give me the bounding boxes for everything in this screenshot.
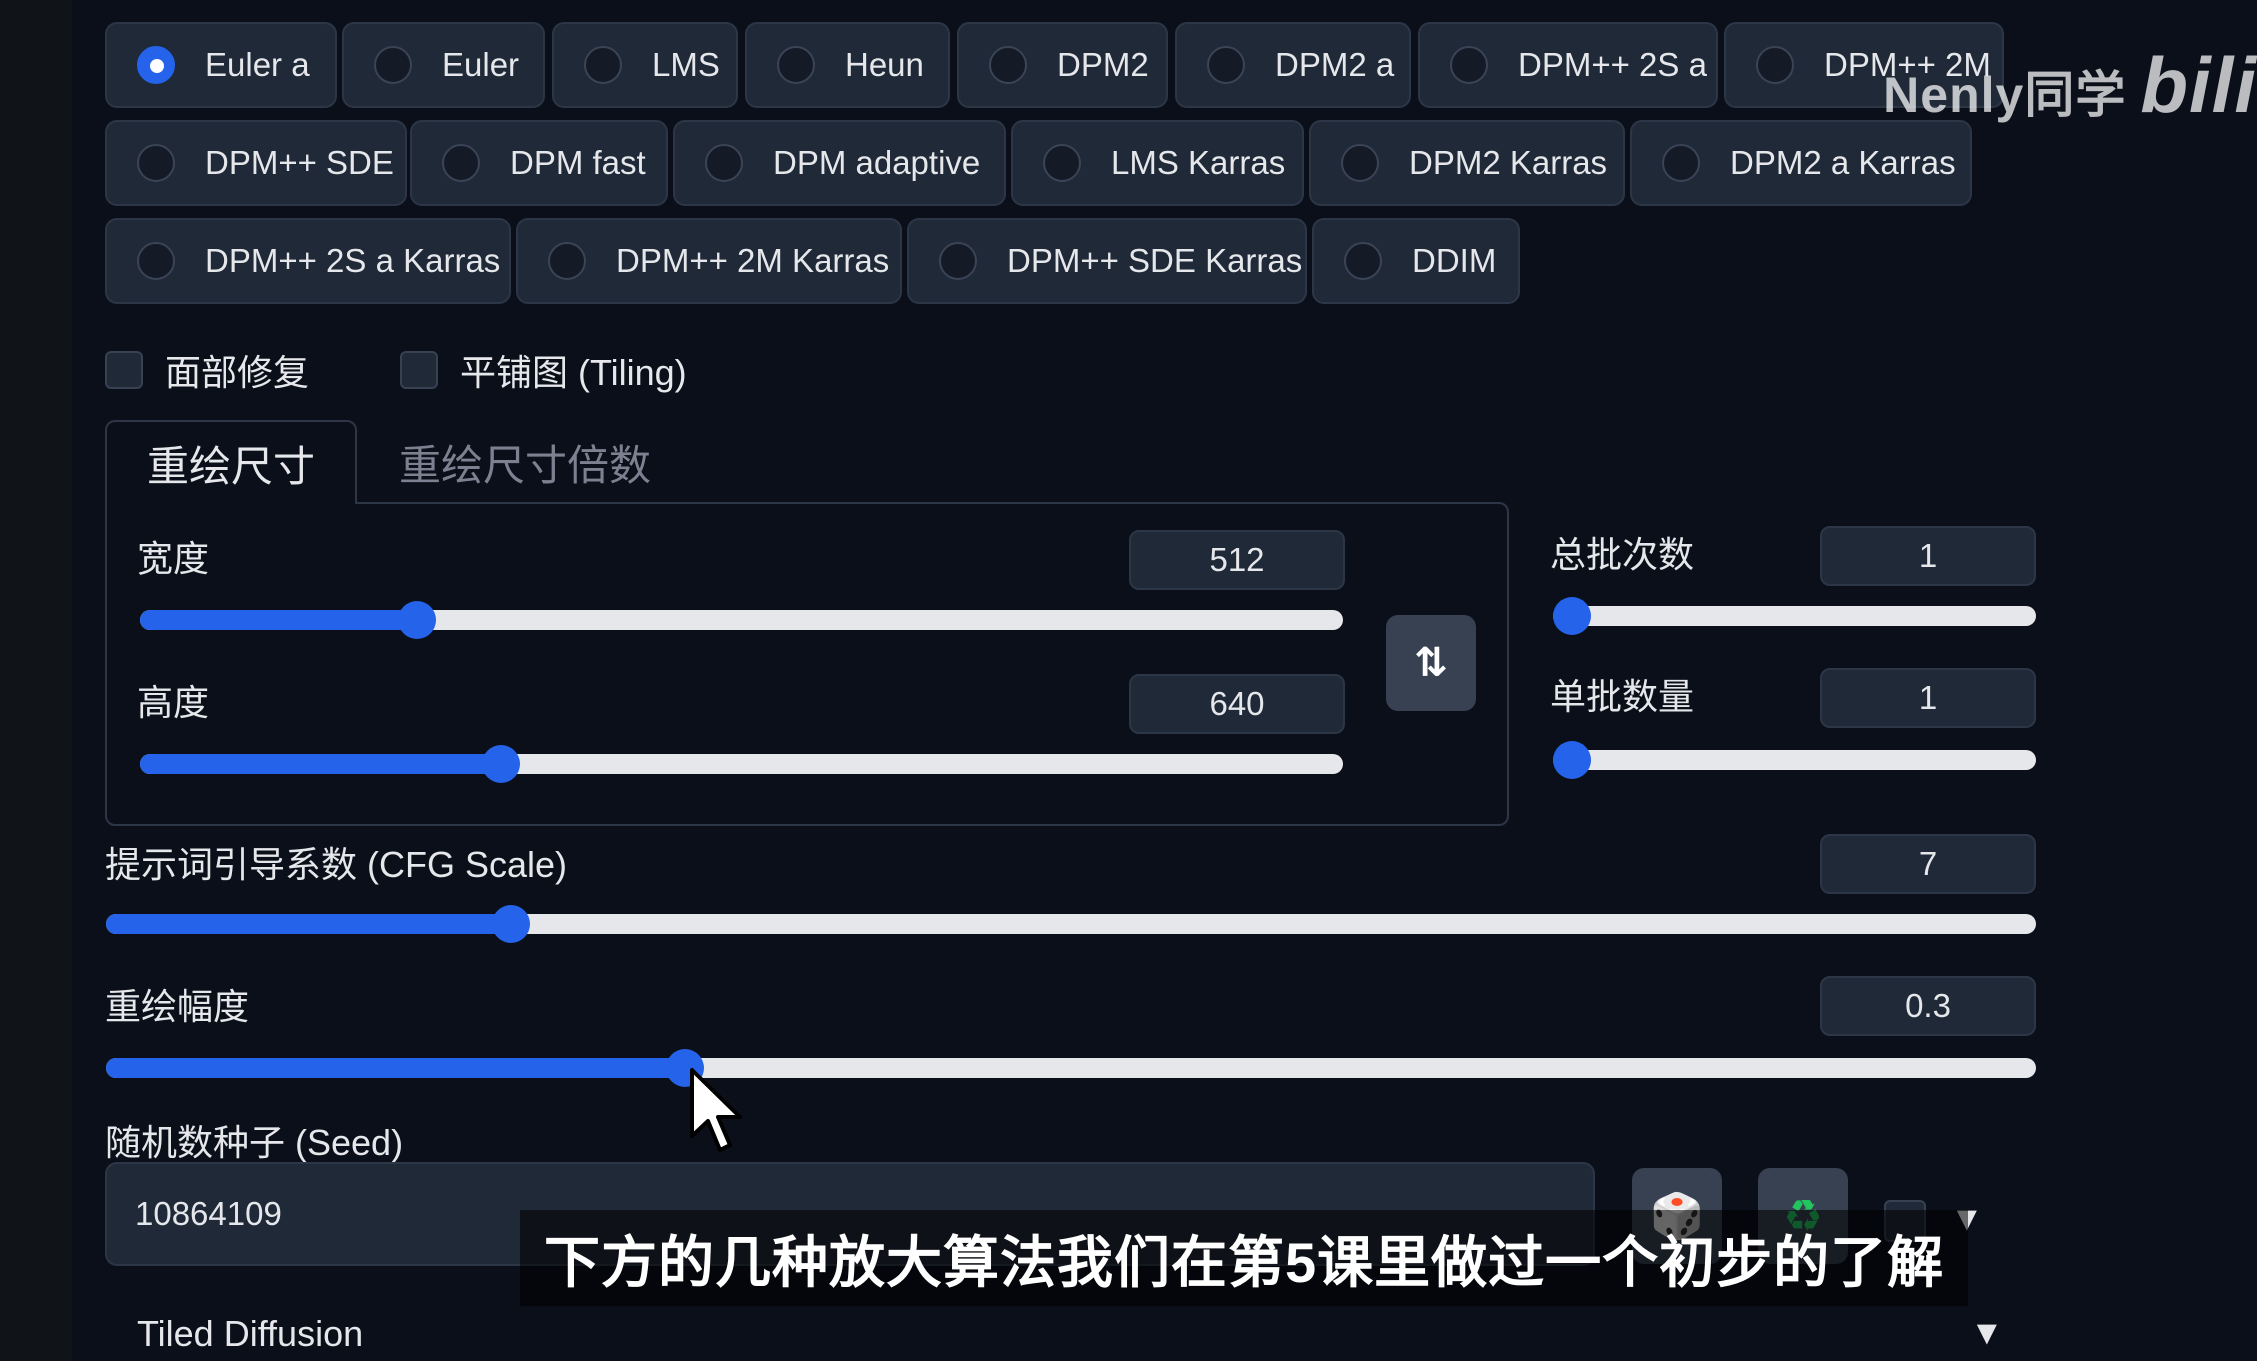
denoise-input[interactable]: 0.3: [1820, 976, 2036, 1036]
sampler-label: DDIM: [1412, 242, 1497, 279]
checkbox-icon: [105, 351, 143, 389]
height-slider[interactable]: [140, 745, 1343, 783]
batch-count-input[interactable]: 1: [1820, 526, 2036, 586]
radio-icon: [1207, 46, 1245, 84]
width-input[interactable]: 512: [1129, 530, 1345, 590]
height-input[interactable]: 640: [1129, 674, 1345, 734]
sampler-dpm-adaptive[interactable]: DPM adaptive: [673, 120, 1006, 206]
sampler-label: DPM++ 2S a: [1518, 46, 1707, 83]
radio-icon: [989, 46, 1027, 84]
tab-resize-by[interactable]: 重绘尺寸倍数: [380, 420, 670, 504]
bilibili-watermark: Nenly同学 bili: [1883, 40, 2257, 131]
tiling-label: 平铺图 (Tiling): [460, 352, 687, 393]
sampler-lms-karras[interactable]: LMS Karras: [1011, 120, 1304, 206]
checkbox-icon: [400, 351, 438, 389]
sampler-label: DPM++ SDE: [205, 144, 394, 181]
radio-icon: [1043, 144, 1081, 182]
tab-resize-to[interactable]: 重绘尺寸: [105, 420, 357, 504]
batch-size-slider[interactable]: [1553, 741, 2036, 779]
sampler-dpm2-a[interactable]: DPM2 a: [1175, 22, 1411, 108]
radio-icon: [1662, 144, 1700, 182]
sampler-dpmpp-sde[interactable]: DPM++ SDE: [105, 120, 407, 206]
watermark-text: Nenly同学: [1883, 67, 2127, 123]
video-subtitle: 下方的几种放大算法我们在第5课里做过一个初步的了解: [520, 1210, 1969, 1306]
radio-icon: [1756, 46, 1794, 84]
sampler-dpm2[interactable]: DPM2: [957, 22, 1168, 108]
expand-extension-triangle-icon[interactable]: ▼: [1970, 1314, 2004, 1353]
sampler-lms[interactable]: LMS: [552, 22, 738, 108]
slider-thumb[interactable]: [1553, 741, 1591, 779]
seed-label: 随机数种子 (Seed): [105, 1122, 404, 1163]
slider-thumb[interactable]: [1553, 597, 1591, 635]
sampler-label: DPM2 Karras: [1409, 144, 1608, 181]
batch-size-label: 单批数量: [1550, 676, 1695, 717]
radio-icon: [442, 144, 480, 182]
slider-thumb[interactable]: [482, 745, 520, 783]
slider-thumb[interactable]: [492, 905, 530, 943]
radio-icon: [584, 46, 622, 84]
radio-icon: [1450, 46, 1488, 84]
width-label: 宽度: [137, 538, 210, 579]
slider-fill: [106, 1058, 685, 1078]
sampler-dpmpp-2s-a-karras[interactable]: DPM++ 2S a Karras: [105, 218, 511, 304]
sampler-label: DPM2: [1057, 46, 1149, 83]
sampler-dpm2-a-karras[interactable]: DPM2 a Karras: [1630, 120, 1972, 206]
sampler-label: DPM adaptive: [773, 144, 981, 181]
sampler-label: DPM fast: [510, 144, 646, 181]
sampler-label: LMS Karras: [1111, 144, 1286, 181]
sampler-label: Heun: [845, 46, 924, 83]
sampler-dpmpp-2m-karras[interactable]: DPM++ 2M Karras: [516, 218, 902, 304]
width-slider[interactable]: [140, 601, 1343, 639]
tiling-checkbox[interactable]: 平铺图 (Tiling): [400, 344, 687, 396]
batch-size-input[interactable]: 1: [1820, 668, 2036, 728]
cfg-scale-label: 提示词引导系数 (CFG Scale): [105, 844, 568, 885]
sampler-dpmpp-2s-a[interactable]: DPM++ 2S a: [1418, 22, 1718, 108]
sampler-heun[interactable]: Heun: [745, 22, 950, 108]
swap-icon: ⇅: [1414, 641, 1448, 685]
slider-fill: [140, 610, 417, 630]
radio-icon: [1344, 242, 1382, 280]
bilibili-logo: bili: [2140, 41, 2257, 129]
radio-icon: [137, 144, 175, 182]
tiled-diffusion-label[interactable]: Tiled Diffusion: [137, 1313, 363, 1355]
cfg-scale-slider[interactable]: [106, 905, 2036, 943]
sampler-euler-a[interactable]: Euler a: [105, 22, 337, 108]
sampler-label: DPM++ 2M Karras: [616, 242, 890, 279]
radio-icon: [777, 46, 815, 84]
swap-dimensions-button[interactable]: ⇅: [1386, 615, 1476, 711]
height-label: 高度: [137, 682, 210, 723]
face-restore-label: 面部修复: [165, 352, 310, 393]
sampler-dpmpp-sde-karras[interactable]: DPM++ SDE Karras: [907, 218, 1307, 304]
sampler-dpm-fast[interactable]: DPM fast: [410, 120, 668, 206]
radio-icon: [548, 242, 586, 280]
cfg-scale-input[interactable]: 7: [1820, 834, 2036, 894]
batch-count-slider[interactable]: [1553, 597, 2036, 635]
radio-icon: [705, 144, 743, 182]
sampler-label: Euler a: [205, 46, 310, 83]
sampler-label: Euler: [442, 46, 520, 83]
sampler-label: DPM++ 2S a Karras: [205, 242, 501, 279]
sampler-label: DPM2 a Karras: [1730, 144, 1956, 181]
sampler-euler[interactable]: Euler: [342, 22, 545, 108]
batch-count-label: 总批次数: [1550, 534, 1695, 575]
radio-icon: [374, 46, 412, 84]
slider-fill: [140, 754, 501, 774]
radio-icon: [939, 242, 977, 280]
radio-selected-icon: [137, 46, 175, 84]
mouse-cursor-icon: [690, 1068, 742, 1152]
sampler-label: DPM++ SDE Karras: [1007, 242, 1303, 279]
sampler-label: DPM2 a: [1275, 46, 1395, 83]
sampler-ddim[interactable]: DDIM: [1312, 218, 1520, 304]
radio-icon: [1341, 144, 1379, 182]
denoise-label: 重绘幅度: [105, 986, 250, 1027]
face-restore-checkbox[interactable]: 面部修复: [105, 344, 309, 396]
radio-icon: [137, 242, 175, 280]
denoise-slider[interactable]: [106, 1049, 2036, 1087]
slider-thumb[interactable]: [398, 601, 436, 639]
slider-fill: [106, 914, 511, 934]
sampler-label: LMS: [652, 46, 720, 83]
sampler-dpm2-karras[interactable]: DPM2 Karras: [1309, 120, 1625, 206]
window-left-edge: [0, 0, 75, 1361]
